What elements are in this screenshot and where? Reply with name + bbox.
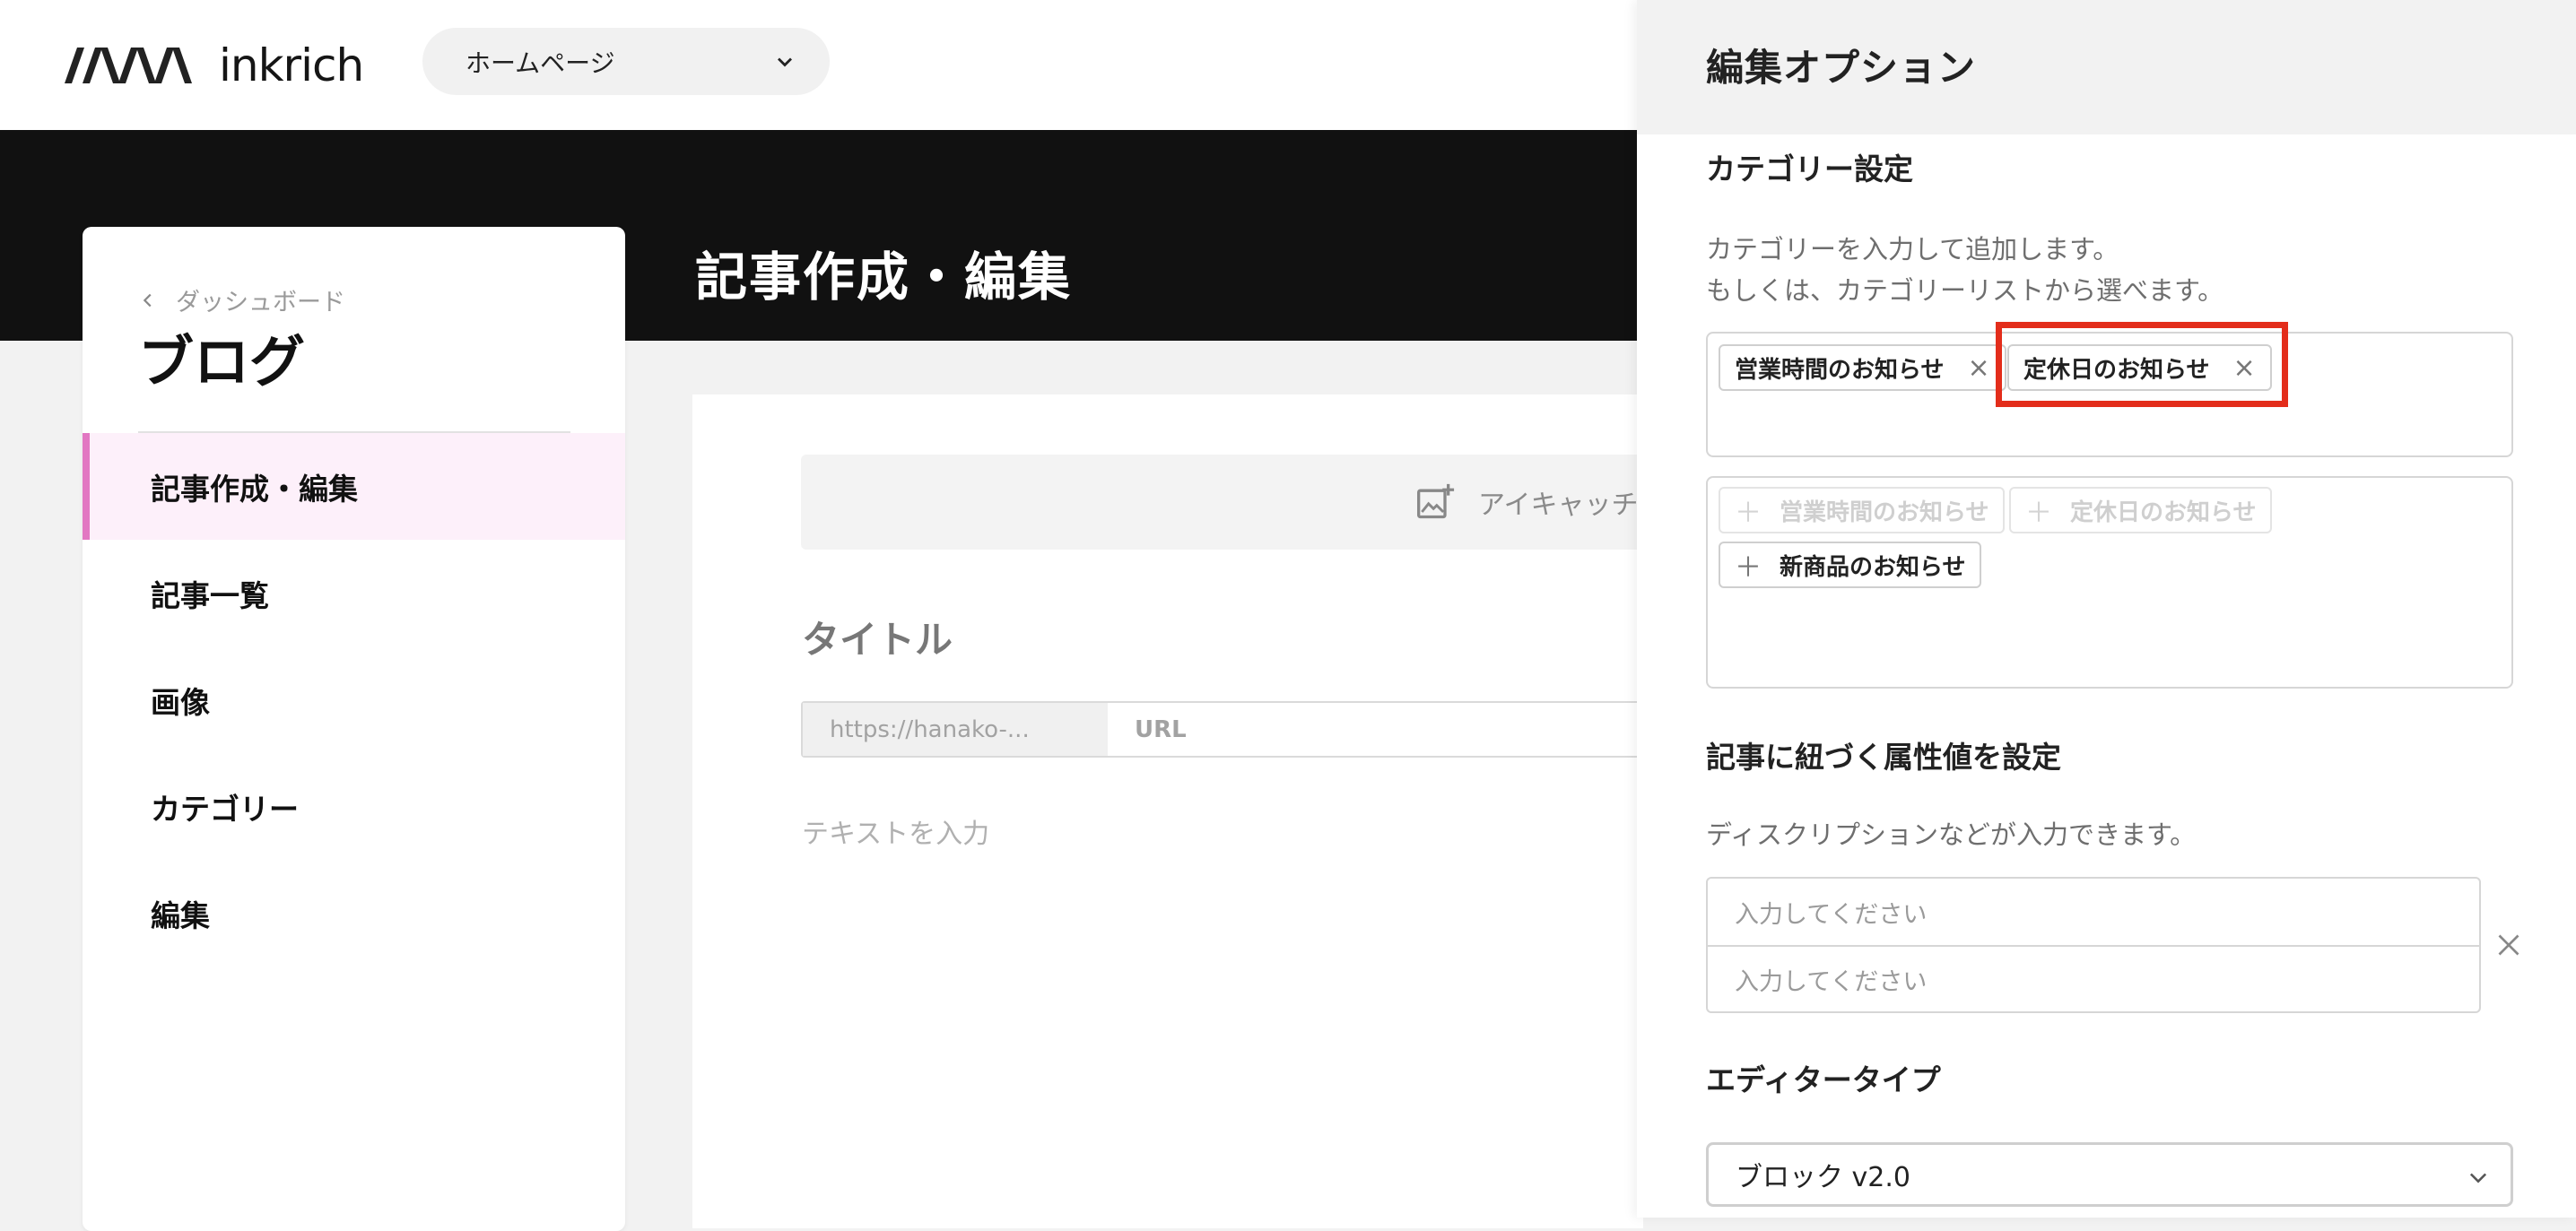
inkrich-logo[interactable]: inkrich xyxy=(65,39,364,91)
url-slug-input[interactable]: URL xyxy=(1108,703,1660,756)
category-tag-label: 営業時間のお知らせ xyxy=(1735,356,1945,384)
close-icon[interactable] xyxy=(2493,929,2525,961)
category-help-line2: もしくは、カテゴリーリストから選べます。 xyxy=(1706,275,2224,306)
sidebar-item-label: 記事一覧 xyxy=(151,577,269,613)
logo-mark-icon xyxy=(65,48,192,83)
sidebar-item-edit[interactable]: 編集 xyxy=(83,860,625,967)
breadcrumb-back-link[interactable]: ダッシュボード xyxy=(138,282,345,317)
panel-title: 編集オプション xyxy=(1706,46,1977,90)
sidebar-item-label: カテゴリー xyxy=(151,791,299,827)
page-title: 記事作成・編集 xyxy=(695,247,1073,308)
chevron-down-icon xyxy=(2469,1173,2487,1183)
eyecatch-upload-button[interactable]: アイキャッチ xyxy=(801,455,1662,550)
sidebar-item-label: 記事作成・編集 xyxy=(151,471,358,507)
sidebar-nav: ダッシュボード ブログ 記事作成・編集 記事一覧 画像 カテゴリー 編集 xyxy=(83,227,625,1231)
sidebar-item-categories[interactable]: カテゴリー xyxy=(83,753,625,860)
category-help-line1: カテゴリーを入力して追加します。 xyxy=(1706,234,2119,264)
url-field: https://hanako-... URL xyxy=(801,701,1662,758)
breadcrumb-label: ダッシュボード xyxy=(176,289,345,316)
plus-icon: ＋ xyxy=(1735,498,1762,529)
page-select-value: ホームページ xyxy=(466,48,615,78)
category-choice-label: 営業時間のお知らせ xyxy=(1780,498,1989,526)
body-text-input[interactable]: テキストを入力 xyxy=(802,811,989,851)
plus-icon: ＋ xyxy=(2025,498,2052,529)
attribute-value-input[interactable]: 入力してください xyxy=(1708,945,2479,1011)
editor-type-select[interactable]: ブロック v2.0 xyxy=(1706,1142,2513,1207)
section-title: ブログ xyxy=(138,329,306,394)
panel-header: 編集オプション xyxy=(1637,0,2576,134)
top-header: inkrich ホームページ xyxy=(0,0,1637,130)
highlight-box xyxy=(1996,322,2288,407)
category-choice-label: 定休日のお知らせ xyxy=(2070,498,2257,526)
category-choice[interactable]: ＋ 新商品のお知らせ xyxy=(1719,542,1982,588)
editor-type-value: ブロック v2.0 xyxy=(1736,1162,1910,1193)
editor-type-heading: エディタータイプ xyxy=(1706,1062,1941,1097)
category-choice: ＋ 定休日のお知らせ xyxy=(2009,487,2273,533)
editor-card: アイキャッチ タイトル https://hanako-... URL テキストを… xyxy=(692,394,1662,1228)
chevron-left-icon xyxy=(143,293,152,307)
attributes-help: ディスクリプションなどが入力できます。 xyxy=(1706,819,2197,850)
sidebar-item-article-list[interactable]: 記事一覧 xyxy=(83,540,625,646)
chevron-down-icon xyxy=(778,57,792,66)
logo-text: inkrich xyxy=(219,39,364,91)
category-choice: ＋ 営業時間のお知らせ xyxy=(1719,487,2006,533)
category-heading: カテゴリー設定 xyxy=(1706,152,1913,186)
category-choice-list: ＋ 営業時間のお知らせ ＋ 定休日のお知らせ ＋ 新商品のお知らせ xyxy=(1706,476,2513,689)
edit-options-panel: 編集オプション カテゴリー設定 カテゴリーを入力して追加します。 もしくは、カテ… xyxy=(1637,0,2576,1218)
nav-list: 記事作成・編集 記事一覧 画像 カテゴリー 編集 xyxy=(83,433,625,967)
url-prefix: https://hanako-... xyxy=(803,703,1108,756)
sidebar-item-images[interactable]: 画像 xyxy=(83,646,625,753)
title-input[interactable]: タイトル xyxy=(802,610,953,664)
page-select-dropdown[interactable]: ホームページ xyxy=(422,28,830,95)
sidebar-item-article-edit[interactable]: 記事作成・編集 xyxy=(83,433,625,540)
category-help: カテゴリーを入力して追加します。 もしくは、カテゴリーリストから選べます。 xyxy=(1706,229,2224,311)
attribute-key-input[interactable]: 入力してください xyxy=(1708,879,2479,945)
sidebar-item-label: 画像 xyxy=(151,684,210,720)
attribute-row: 入力してください 入力してください xyxy=(1706,877,2481,1013)
category-tag: 営業時間のお知らせ × xyxy=(1719,344,2006,391)
sidebar-item-label: 編集 xyxy=(151,897,210,933)
category-choice-label: 新商品のお知らせ xyxy=(1780,553,1966,581)
remove-tag-icon[interactable]: × xyxy=(1967,352,1989,384)
add-image-icon xyxy=(1417,483,1455,519)
attributes-heading: 記事に紐づく属性値を設定 xyxy=(1706,740,2061,775)
eyecatch-label: アイキャッチ xyxy=(1478,490,1639,521)
plus-icon: ＋ xyxy=(1735,552,1762,584)
